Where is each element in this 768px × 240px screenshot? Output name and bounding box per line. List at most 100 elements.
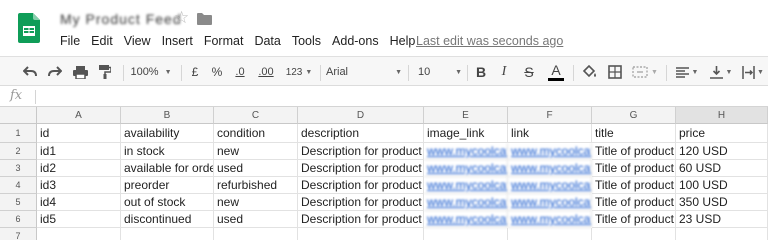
- last-edit-link[interactable]: Last edit was seconds ago: [416, 34, 563, 48]
- cell-e1[interactable]: image_link: [424, 124, 508, 143]
- cell-h2[interactable]: 120 USD: [676, 143, 768, 160]
- cell-d5[interactable]: Description for product 4: [298, 194, 424, 211]
- cell-a6[interactable]: id5: [37, 211, 121, 228]
- column-header-e[interactable]: E: [424, 107, 508, 124]
- cell-g7[interactable]: [592, 228, 676, 240]
- cell-d1[interactable]: description: [298, 124, 424, 143]
- cell-f1[interactable]: link: [508, 124, 592, 143]
- cell-c6[interactable]: used: [214, 211, 298, 228]
- menu-tools[interactable]: Tools: [292, 34, 321, 48]
- cell-f6[interactable]: www.mycoolcats.com/p5: [508, 211, 592, 228]
- cell-e6[interactable]: www.mycoolcats.com/img5.jpg: [424, 211, 508, 228]
- menu-data[interactable]: Data: [254, 34, 280, 48]
- cell-g5[interactable]: Title of product 4: [592, 194, 676, 211]
- currency-format-button[interactable]: £: [185, 57, 205, 87]
- column-header-h[interactable]: H: [676, 107, 768, 124]
- column-header-b[interactable]: B: [121, 107, 214, 124]
- row-header-7[interactable]: 7: [0, 228, 37, 240]
- undo-icon[interactable]: [18, 57, 42, 87]
- document-title[interactable]: My Product Feed: [60, 11, 182, 27]
- cell-f2[interactable]: www.mycoolcats.com/p1: [508, 143, 592, 160]
- row-header-3[interactable]: 3: [0, 160, 37, 177]
- vertical-align-icon[interactable]: ▼: [706, 57, 736, 87]
- star-icon[interactable]: ☆: [174, 9, 189, 26]
- more-formats-select[interactable]: 123 ▼: [282, 57, 316, 87]
- cell-b2[interactable]: in stock: [121, 143, 214, 160]
- column-header-a[interactable]: A: [37, 107, 121, 124]
- cell-e7[interactable]: [424, 228, 508, 240]
- formula-input[interactable]: [40, 87, 760, 106]
- fill-color-icon[interactable]: [578, 57, 600, 87]
- percent-format-button[interactable]: %: [207, 57, 227, 87]
- decrease-decimals-button[interactable]: .0: [229, 57, 251, 87]
- cell-a5[interactable]: id4: [37, 194, 121, 211]
- cell-a3[interactable]: id2: [37, 160, 121, 177]
- cell-g3[interactable]: Title of product 2: [592, 160, 676, 177]
- cell-e5[interactable]: www.mycoolcats.com/img4.jpg: [424, 194, 508, 211]
- cell-e3[interactable]: www.mycoolcats.com/img2.jpg: [424, 160, 508, 177]
- cell-b5[interactable]: out of stock: [121, 194, 214, 211]
- sheets-logo-icon[interactable]: [18, 13, 40, 43]
- row-header-5[interactable]: 5: [0, 194, 37, 211]
- menu-format[interactable]: Format: [204, 34, 244, 48]
- menu-insert[interactable]: Insert: [162, 34, 193, 48]
- cell-c5[interactable]: new: [214, 194, 298, 211]
- cell-d2[interactable]: Description for product 1: [298, 143, 424, 160]
- cell-d7[interactable]: [298, 228, 424, 240]
- cell-e2[interactable]: www.mycoolcats.com/img1.jpg: [424, 143, 508, 160]
- menu-help[interactable]: Help: [390, 34, 416, 48]
- zoom-select[interactable]: 100% ▼: [127, 57, 175, 87]
- cell-a1[interactable]: id: [37, 124, 121, 143]
- row-header-4[interactable]: 4: [0, 177, 37, 194]
- text-wrapping-icon[interactable]: ▼: [740, 57, 766, 87]
- cell-h6[interactable]: 23 USD: [676, 211, 768, 228]
- cell-h3[interactable]: 60 USD: [676, 160, 768, 177]
- cell-c3[interactable]: used: [214, 160, 298, 177]
- cell-f5[interactable]: www.mycoolcats.com/p4: [508, 194, 592, 211]
- cell-g6[interactable]: Title of product 5: [592, 211, 676, 228]
- font-size-select[interactable]: 10 ▼: [414, 57, 462, 87]
- folder-icon[interactable]: [197, 13, 212, 25]
- redo-icon[interactable]: [43, 57, 67, 87]
- cell-c2[interactable]: new: [214, 143, 298, 160]
- cell-f4[interactable]: www.mycoolcats.com/p3: [508, 177, 592, 194]
- column-header-g[interactable]: G: [592, 107, 676, 124]
- cell-b6[interactable]: discontinued: [121, 211, 214, 228]
- italic-button[interactable]: I: [494, 57, 514, 87]
- cell-c4[interactable]: refurbished: [214, 177, 298, 194]
- merge-cells-icon[interactable]: ▼: [628, 57, 662, 87]
- menu-addons[interactable]: Add-ons: [332, 34, 379, 48]
- cell-h4[interactable]: 100 USD: [676, 177, 768, 194]
- cell-d4[interactable]: Description for product 3: [298, 177, 424, 194]
- cell-a7[interactable]: [37, 228, 121, 240]
- column-header-c[interactable]: C: [214, 107, 298, 124]
- horizontal-align-icon[interactable]: ▼: [672, 57, 702, 87]
- select-all-corner[interactable]: [0, 107, 37, 124]
- font-family-select[interactable]: Arial ▼: [326, 57, 402, 87]
- row-header-2[interactable]: 2: [0, 143, 37, 160]
- cell-f7[interactable]: [508, 228, 592, 240]
- menu-edit[interactable]: Edit: [91, 34, 113, 48]
- cell-c1[interactable]: condition: [214, 124, 298, 143]
- cell-d3[interactable]: Description for product 2: [298, 160, 424, 177]
- column-header-d[interactable]: D: [298, 107, 424, 124]
- cell-b1[interactable]: availability: [121, 124, 214, 143]
- cell-a4[interactable]: id3: [37, 177, 121, 194]
- cell-c7[interactable]: [214, 228, 298, 240]
- cell-g4[interactable]: Title of product 3: [592, 177, 676, 194]
- strikethrough-button[interactable]: S: [519, 57, 539, 87]
- cell-h7[interactable]: [676, 228, 768, 240]
- cell-h1[interactable]: price: [676, 124, 768, 143]
- column-header-f[interactable]: F: [508, 107, 592, 124]
- menu-view[interactable]: View: [124, 34, 151, 48]
- bold-button[interactable]: B: [471, 57, 491, 87]
- cell-g2[interactable]: Title of product 1: [592, 143, 676, 160]
- cell-h5[interactable]: 350 USD: [676, 194, 768, 211]
- cell-b4[interactable]: preorder: [121, 177, 214, 194]
- cell-g1[interactable]: title: [592, 124, 676, 143]
- cell-b3[interactable]: available for order: [121, 160, 214, 177]
- print-icon[interactable]: [68, 57, 92, 87]
- cell-d6[interactable]: Description for product 5: [298, 211, 424, 228]
- row-header-6[interactable]: 6: [0, 211, 37, 228]
- paint-format-icon[interactable]: [93, 57, 117, 87]
